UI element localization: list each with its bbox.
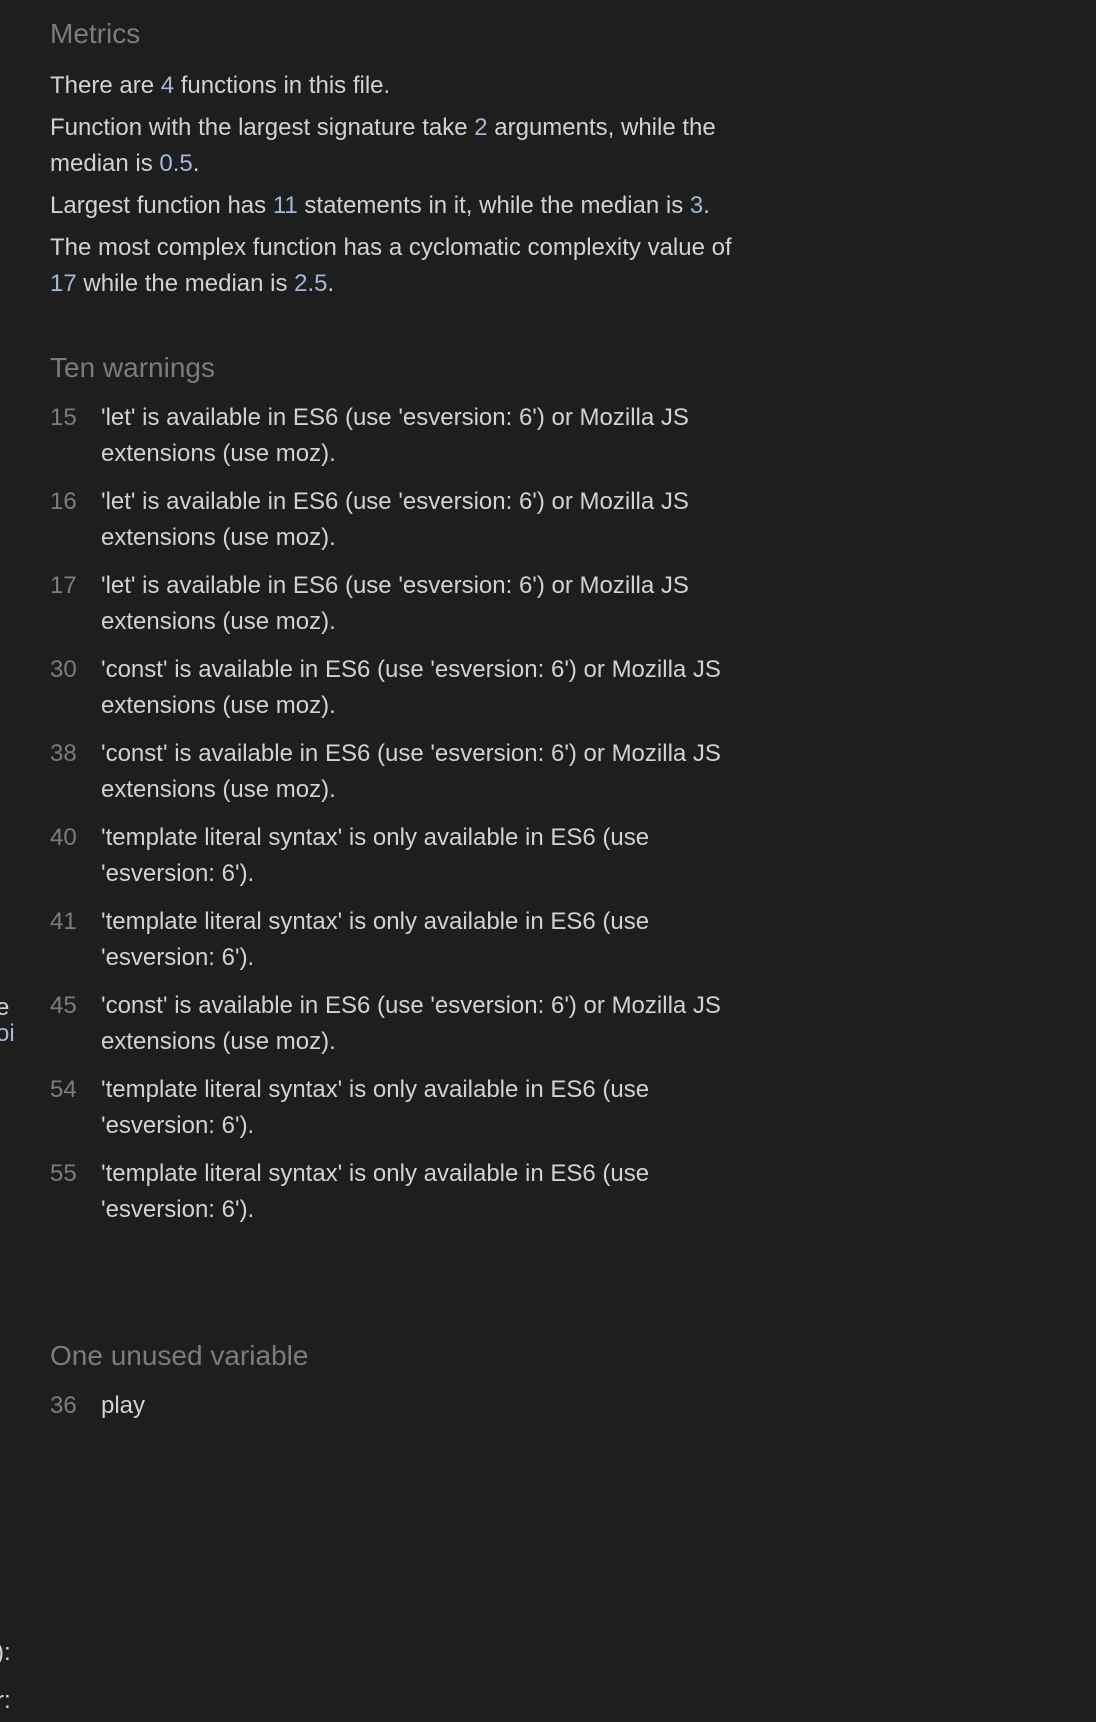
- warning-line-number: 17: [50, 572, 77, 599]
- warning-line-number: 41: [50, 908, 77, 935]
- warning-item: 54 'template literal syntax' is only avai…: [50, 1072, 760, 1144]
- warning-line-number: 38: [50, 740, 77, 767]
- warning-item: 55 'template literal syntax' is only avai…: [50, 1156, 760, 1228]
- metrics-title: Metrics: [50, 18, 141, 49]
- warnings-list: 15 'let' is available in ES6 (use 'esvers…: [50, 400, 760, 1228]
- warning-message: 'const' is available in ES6 (use 'esvers…: [101, 740, 721, 803]
- warning-line-number: 54: [50, 1076, 77, 1103]
- warning-line-number: 55: [50, 1160, 77, 1187]
- unused-variable-item: 36 play: [50, 1388, 760, 1424]
- largest-statements-value: 11: [272, 192, 298, 219]
- unused-variable-name: play: [101, 1392, 146, 1419]
- warning-item: 16 'let' is available in ES6 (use 'esvers…: [50, 484, 760, 556]
- warning-item: 15 'let' is available in ES6 (use 'esvers…: [50, 400, 760, 472]
- warning-item: 17 'let' is available in ES6 (use 'esvers…: [50, 568, 760, 640]
- warning-line-number: 45: [50, 992, 77, 1019]
- median-complexity-value: 2.5: [294, 270, 328, 297]
- warning-message: 'let' is available in ES6 (use 'esversio…: [101, 488, 689, 551]
- warning-message: 'template literal syntax' is only availa…: [101, 1160, 650, 1223]
- edge-fragment-text: ):: [0, 1639, 11, 1666]
- warning-message: 'let' is available in ES6 (use 'esversio…: [101, 572, 689, 635]
- warnings-title: Ten warnings: [50, 352, 215, 383]
- metrics-section: Metrics There are 4 functions in this fi…: [50, 14, 760, 302]
- max-complexity-value: 17: [50, 270, 77, 297]
- warning-message: 'const' is available in ES6 (use 'esvers…: [101, 992, 721, 1055]
- largest-signature-value: 2: [474, 114, 488, 141]
- unused-variables-section: One unused variable 36 play: [50, 1336, 760, 1436]
- warning-line-number: 30: [50, 656, 77, 683]
- warning-message: 'template literal syntax' is only availa…: [101, 908, 650, 971]
- warning-line-number: 16: [50, 488, 77, 515]
- median-signature-value: 0.5: [159, 150, 193, 177]
- metric-signature: Function with the largest signature take…: [50, 114, 716, 177]
- warning-message: 'let' is available in ES6 (use 'esversio…: [101, 404, 689, 467]
- warning-item: 40 'template literal syntax' is only avai…: [50, 820, 760, 892]
- warning-item: 38 'const' is available in ES6 (use 'esve…: [50, 736, 760, 808]
- metric-complexity: The most complex function has a cyclomat…: [50, 234, 732, 297]
- metric-function-count: There are 4 functions in this file.: [50, 72, 391, 99]
- warning-message: 'template literal syntax' is only availa…: [101, 1076, 650, 1139]
- edge-fragment-text: e: [0, 994, 10, 1021]
- warning-item: 41 'template literal syntax' is only avai…: [50, 904, 760, 976]
- unused-variables-title: One unused variable: [50, 1340, 309, 1371]
- edge-fragment-text: r:: [0, 1687, 11, 1714]
- warning-item: 45 'const' is available in ES6 (use 'esve…: [50, 988, 760, 1060]
- unused-variables-list: 36 play: [50, 1388, 760, 1424]
- function-count-value: 4: [160, 72, 175, 99]
- warning-message: 'template literal syntax' is only availa…: [101, 824, 650, 887]
- edge-fragment-link: oi: [0, 1020, 15, 1047]
- warning-line-number: 40: [50, 824, 77, 851]
- warning-item: 30 'const' is available in ES6 (use 'esve…: [50, 652, 760, 724]
- warnings-section: Ten warnings 15 'let' is available in ES6…: [50, 348, 760, 1240]
- warning-message: 'const' is available in ES6 (use 'esvers…: [101, 656, 721, 719]
- warning-line-number: 15: [50, 404, 77, 431]
- unused-variable-line-number: 36: [50, 1392, 77, 1419]
- median-statements-value: 3: [689, 192, 704, 219]
- metric-statements: Largest function has 11 statements in it…: [50, 192, 710, 219]
